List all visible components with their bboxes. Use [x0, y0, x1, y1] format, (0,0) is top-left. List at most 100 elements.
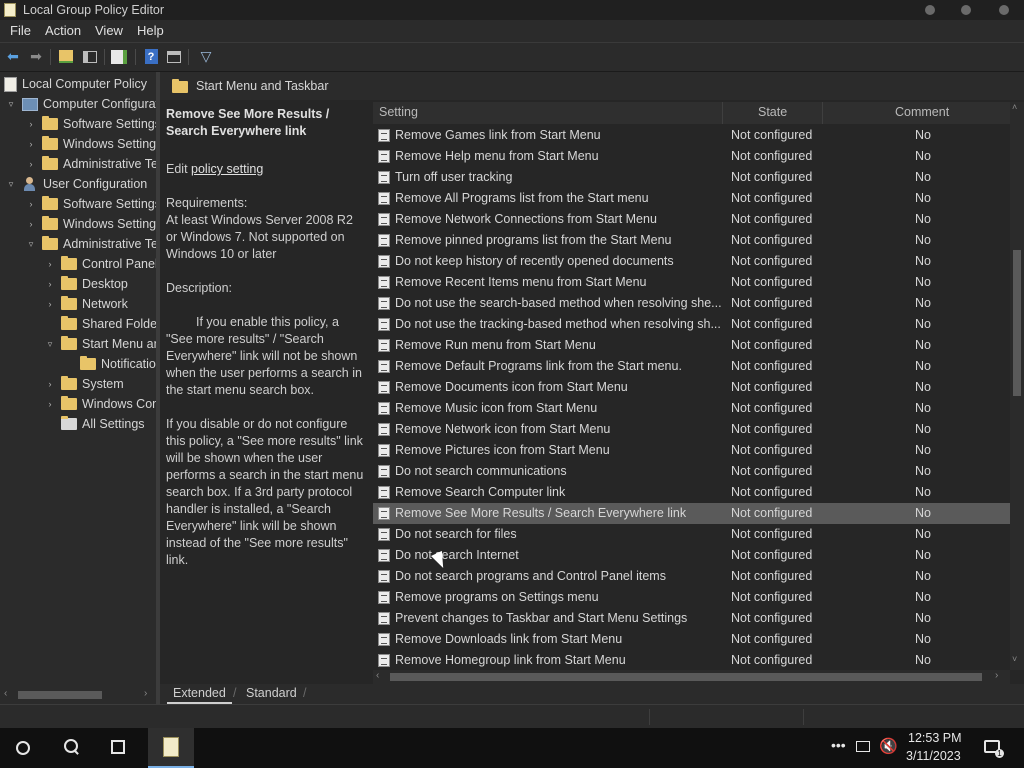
start-icon[interactable] [16, 741, 30, 755]
forward-arrow-icon[interactable]: ➡ [27, 48, 45, 65]
table-row[interactable]: Remove Default Programs link from the St… [373, 356, 1010, 377]
table-row[interactable]: Remove Run menu from Start Menu Not confi… [373, 335, 1010, 356]
properties-icon[interactable] [165, 48, 183, 65]
chevron-down-icon[interactable]: ▿ [6, 179, 16, 190]
chevron-right-icon[interactable]: › [26, 139, 36, 149]
table-row[interactable]: Remove Search Computer link Not configure… [373, 482, 1010, 503]
table-row[interactable]: Remove Games link from Start Menu Not con… [373, 125, 1010, 146]
chevron-right-icon[interactable]: › [26, 119, 36, 129]
maximize-button[interactable] [961, 5, 971, 15]
overflow-icon[interactable]: ••• [831, 737, 846, 753]
tree-node-windows-components[interactable]: › Windows Components [45, 394, 156, 414]
table-row[interactable]: Remove All Programs list from the Start … [373, 188, 1010, 209]
chevron-right-icon[interactable]: › [26, 219, 36, 229]
scroll-right-icon[interactable]: › [995, 670, 998, 681]
tree-node-start-menu-and-taskbar[interactable]: ▿ Start Menu and Taskbar [45, 334, 156, 354]
chevron-right-icon[interactable]: › [26, 199, 36, 209]
scroll-left-icon[interactable]: ‹ [4, 688, 7, 699]
table-row[interactable]: Do not search Internet Not configured No [373, 545, 1010, 566]
table-row[interactable]: Remove Network Connections from Start Me… [373, 209, 1010, 230]
column-divider[interactable] [822, 102, 823, 124]
gpedit-taskbar-button[interactable] [148, 728, 194, 768]
filter-icon[interactable]: ▽ [197, 48, 215, 65]
show-hide-tree-icon[interactable] [81, 48, 99, 65]
tree-node-system[interactable]: › System [45, 374, 124, 394]
tree-node-local-computer-policy[interactable]: Local Computer Policy [4, 74, 147, 94]
scroll-down-icon[interactable]: ˅ [1012, 654, 1017, 664]
chevron-right-icon[interactable]: › [45, 299, 55, 309]
help-icon[interactable]: ? [142, 48, 160, 65]
tree-node-all-settings[interactable]: All Settings [61, 414, 145, 434]
chevron-down-icon[interactable]: ▿ [6, 99, 16, 110]
table-row[interactable]: Prevent changes to Taskbar and Start Men… [373, 608, 1010, 629]
table-row[interactable]: Do not use the search-based method when … [373, 293, 1010, 314]
chevron-right-icon[interactable]: › [45, 259, 55, 269]
chevron-down-icon[interactable]: ▿ [45, 339, 55, 350]
list-horizontal-scrollbar[interactable]: ‹ › [373, 670, 1010, 684]
menu-help[interactable]: Help [133, 23, 168, 38]
chevron-right-icon[interactable]: › [45, 399, 55, 409]
table-row[interactable]: Remove programs on Settings menu Not conf… [373, 587, 1010, 608]
volume-muted-icon[interactable]: 🔇 [879, 737, 898, 755]
scrollbar-thumb[interactable] [390, 673, 982, 681]
tree-node-network[interactable]: › Network [45, 294, 128, 314]
scroll-up-icon[interactable]: ˄ [1012, 102, 1017, 112]
tree-node-windows-settings[interactable]: › Windows Settings [26, 214, 156, 234]
table-row[interactable]: Remove Documents icon from Start Menu Not… [373, 377, 1010, 398]
task-view-icon[interactable] [111, 740, 125, 754]
network-icon[interactable] [856, 741, 870, 752]
tab-standard[interactable]: Standard [240, 686, 303, 702]
table-row[interactable]: Remove See More Results / Search Everywh… [373, 503, 1010, 524]
table-row[interactable]: Remove Downloads link from Start Menu Not… [373, 629, 1010, 650]
column-divider[interactable] [722, 102, 723, 124]
close-button[interactable] [999, 5, 1009, 15]
table-row[interactable]: Remove Pictures icon from Start Menu Not … [373, 440, 1010, 461]
tree-node-shared-folders[interactable]: Shared Folders [61, 314, 156, 334]
table-row[interactable]: Remove pinned programs list from the Sta… [373, 230, 1010, 251]
chevron-down-icon[interactable]: ▿ [26, 239, 36, 250]
chevron-right-icon[interactable]: › [45, 379, 55, 389]
tree-node-administrative-templates[interactable]: ▿ Administrative Templates [26, 234, 156, 254]
column-comment[interactable]: Comment [895, 105, 949, 119]
chevron-right-icon[interactable]: › [45, 279, 55, 289]
table-row[interactable]: Do not search programs and Control Panel… [373, 566, 1010, 587]
menu-view[interactable]: View [91, 23, 127, 38]
scroll-left-icon[interactable]: ‹ [376, 670, 379, 681]
menu-action[interactable]: Action [41, 23, 85, 38]
table-row[interactable]: Remove Help menu from Start Menu Not conf… [373, 146, 1010, 167]
tree-node-desktop[interactable]: › Desktop [45, 274, 128, 294]
column-state[interactable]: State [758, 105, 787, 119]
scrollbar-thumb[interactable] [1013, 250, 1021, 396]
export-list-icon[interactable] [110, 48, 128, 65]
tab-extended[interactable]: Extended [167, 686, 232, 704]
table-row[interactable]: Do not use the tracking-based method whe… [373, 314, 1010, 335]
table-row[interactable]: Remove Recent Items menu from Start Menu… [373, 272, 1010, 293]
scroll-right-icon[interactable]: › [144, 688, 147, 699]
scrollbar-thumb[interactable] [18, 691, 102, 699]
table-row[interactable]: Do not search for files Not configured No [373, 524, 1010, 545]
tree-horizontal-scrollbar[interactable]: ‹ › [0, 686, 156, 704]
tree-node-control-panel[interactable]: › Control Panel [45, 254, 156, 274]
policy-setting-link[interactable]: policy setting [191, 162, 263, 176]
clock-date[interactable]: 3/11/2023 [906, 749, 961, 763]
table-row[interactable]: Turn off user tracking Not configured No [373, 167, 1010, 188]
table-row[interactable]: Remove Network icon from Start Menu Not c… [373, 419, 1010, 440]
table-row[interactable]: Do not keep history of recently opened d… [373, 251, 1010, 272]
menu-file[interactable]: File [6, 23, 35, 38]
tree-node-windows-settings[interactable]: › Windows Settings [26, 134, 156, 154]
table-row[interactable]: Remove Music icon from Start Menu Not con… [373, 398, 1010, 419]
tree-node-user-configuration[interactable]: ▿ User Configuration [6, 174, 147, 194]
tree-node-notifications[interactable]: Notifications [80, 354, 156, 374]
list-vertical-scrollbar[interactable]: ˄ ˅ [1010, 102, 1024, 670]
back-arrow-icon[interactable]: ⬅ [4, 48, 22, 65]
table-row[interactable]: Do not search communications Not configur… [373, 461, 1010, 482]
tree-node-administrative-templates[interactable]: › Administrative Templates [26, 154, 156, 174]
table-row[interactable]: Remove Homegroup link from Start Menu Not… [373, 650, 1010, 670]
minimize-button[interactable] [925, 5, 935, 15]
clock-time[interactable]: 12:53 PM [908, 731, 962, 745]
tree-node-computer-configuration[interactable]: ▿ Computer Configuration [6, 94, 156, 114]
chevron-right-icon[interactable]: › [26, 159, 36, 169]
up-folder-icon[interactable] [57, 48, 75, 65]
column-setting[interactable]: Setting [379, 105, 418, 119]
tree-node-software-settings[interactable]: › Software Settings [26, 114, 156, 134]
